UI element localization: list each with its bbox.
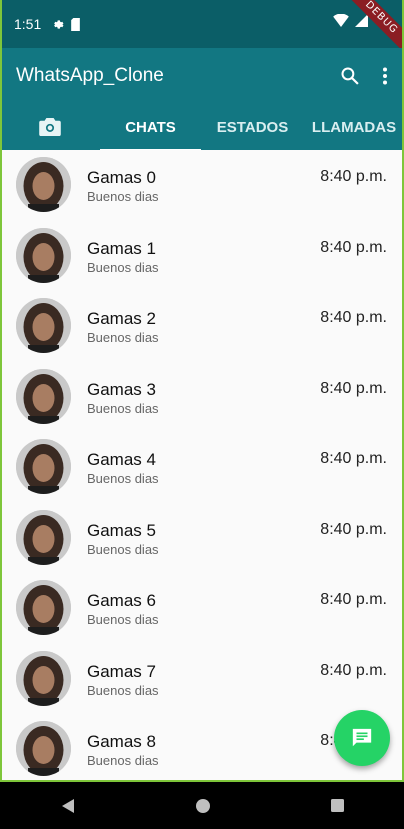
- wifi-icon: [333, 14, 349, 27]
- settings-icon: [54, 19, 64, 29]
- avatar: [16, 509, 71, 565]
- chat-item[interactable]: Gamas 2 Buenos dias 8:40 p.m.: [0, 291, 404, 362]
- chat-list: Gamas 0 Buenos dias 8:40 p.m. Gamas 1 Bu…: [0, 150, 404, 782]
- chat-time: 8:40 p.m.: [320, 379, 387, 397]
- chat-message: Buenos dias: [87, 259, 159, 275]
- message-icon: [352, 728, 372, 747]
- chat-item[interactable]: Gamas 5 Buenos dias 8:40 p.m.: [0, 503, 404, 574]
- chat-message: Buenos dias: [87, 330, 159, 345]
- tab-llamadas[interactable]: LLAMADAS: [304, 119, 404, 136]
- more-vert-icon[interactable]: [382, 67, 388, 85]
- chat-time: 8:40 p.m.: [320, 238, 387, 256]
- recents-icon[interactable]: [330, 798, 345, 813]
- status-time: 1:51: [14, 16, 42, 32]
- avatar: [16, 721, 71, 776]
- chat-time: 8:40 p.m.: [320, 591, 387, 608]
- tab-chats-label: CHATS: [125, 118, 176, 136]
- chat-message: Buenos dias: [87, 612, 159, 627]
- chat-message: Buenos dias: [87, 541, 159, 557]
- chat-name: Gamas 7: [87, 661, 156, 681]
- chat-message: Buenos dias: [87, 400, 159, 416]
- chat-item[interactable]: Gamas 6 Buenos dias 8:40 p.m.: [0, 573, 404, 644]
- camera-icon: [39, 118, 61, 136]
- chat-name: Gamas 3: [87, 379, 156, 399]
- tab-llamadas-label: LLAMADAS: [311, 118, 397, 136]
- search-icon[interactable]: [340, 66, 360, 86]
- new-chat-button[interactable]: [334, 710, 390, 766]
- avatar: [16, 157, 71, 212]
- chat-message: Buenos dias: [87, 753, 159, 768]
- signal-icon: [355, 14, 368, 27]
- chat-time: 8:40 p.m.: [320, 661, 387, 679]
- app-bar: WhatsApp_Clone: [0, 48, 404, 104]
- avatar: [16, 580, 71, 635]
- avatar: [16, 227, 71, 283]
- chat-item[interactable]: Gamas 3 Buenos dias 8:40 p.m.: [0, 362, 404, 433]
- chat-name: Gamas 1: [87, 238, 156, 258]
- tab-estados-label: ESTADOS: [216, 118, 289, 136]
- chat-name: Gamas 5: [87, 520, 156, 540]
- chat-message: Buenos dias: [87, 682, 159, 698]
- system-nav-bar: [0, 782, 404, 829]
- sd-card-icon: [71, 17, 81, 31]
- chat-time: 8:40 p.m.: [320, 520, 387, 538]
- chat-time: 8:40 p.m.: [320, 450, 387, 467]
- chat-name: Gamas 4: [87, 450, 156, 469]
- home-icon[interactable]: [195, 798, 211, 814]
- chat-name: Gamas 6: [87, 591, 156, 610]
- status-bar: 1:51 DEBUG: [0, 0, 404, 56]
- chat-time: 8:40 p.m.: [320, 168, 387, 185]
- tab-chats[interactable]: CHATS: [100, 118, 201, 152]
- chat-item[interactable]: Gamas 1 Buenos dias 8:40 p.m.: [0, 221, 404, 292]
- chat-item[interactable]: Gamas 4 Buenos dias 8:40 p.m.: [0, 432, 404, 503]
- tab-bar: CHATS ESTADOS LLAMADAS: [0, 104, 404, 152]
- chat-name: Gamas 2: [87, 309, 156, 328]
- tab-camera[interactable]: [0, 118, 100, 136]
- chat-name: Gamas 0: [87, 168, 156, 187]
- chat-item[interactable]: Gamas 7 Buenos dias 8:40 p.m.: [0, 644, 404, 715]
- chat-name: Gamas 8: [87, 732, 156, 751]
- avatar: [16, 439, 71, 494]
- tab-estados[interactable]: ESTADOS: [201, 119, 304, 136]
- chat-item[interactable]: Gamas 0 Buenos dias 8:40 p.m.: [0, 150, 404, 221]
- chat-message: Buenos dias: [87, 189, 159, 204]
- avatar: [16, 368, 71, 424]
- back-icon[interactable]: [60, 798, 76, 814]
- avatar: [16, 298, 71, 353]
- app-title: WhatsApp_Clone: [16, 65, 164, 86]
- chat-time: 8:40 p.m.: [320, 309, 387, 326]
- chat-message: Buenos dias: [87, 471, 159, 486]
- avatar: [16, 650, 71, 706]
